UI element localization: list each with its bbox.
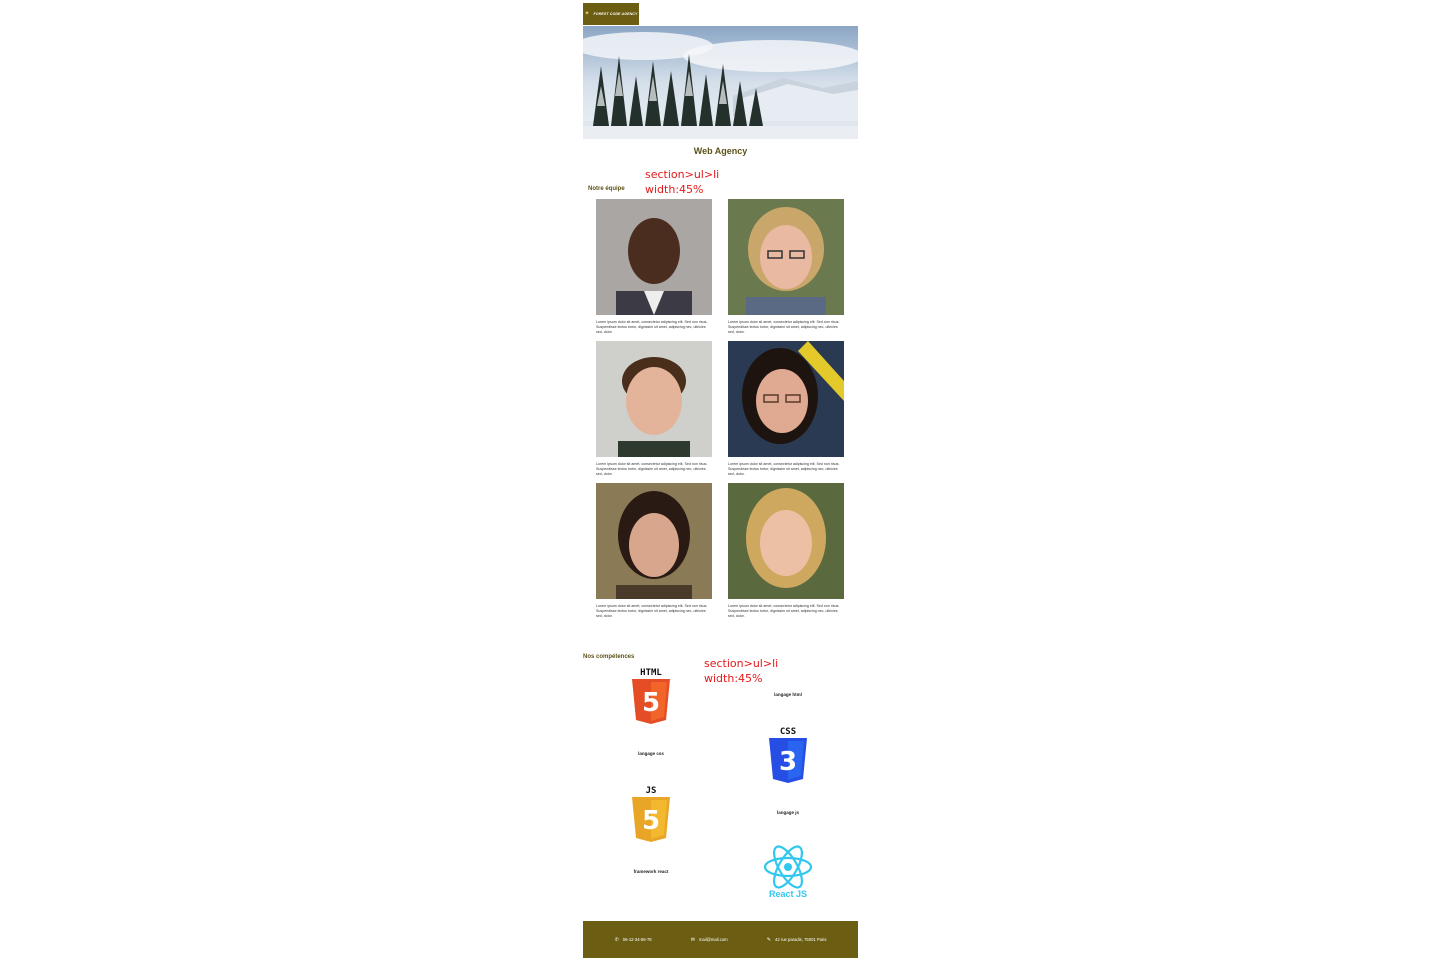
footer-email[interactable]: ✉ mail@mail.com bbox=[691, 937, 728, 943]
team-member-card: Lorem ipsum dolor sit amet, consectetur … bbox=[728, 199, 844, 335]
team-member-bio: Lorem ipsum dolor sit amet, consectetur … bbox=[728, 320, 840, 334]
pencil-icon: ✎ bbox=[766, 936, 771, 943]
skills-section-title: Nos compétences bbox=[583, 654, 635, 660]
team-member-photo bbox=[728, 483, 844, 599]
hero-banner bbox=[583, 26, 858, 139]
skill-label-react: framework react bbox=[633, 869, 669, 874]
footer-email-text: mail@mail.com bbox=[698, 937, 728, 942]
skill-label-css: langage css bbox=[638, 751, 664, 756]
annotation-line: section>ul>li bbox=[645, 168, 720, 181]
team-member-card: Lorem ipsum dolor sit amet, consectetur … bbox=[728, 341, 844, 477]
js-logo-text: JS bbox=[646, 786, 657, 796]
html5-icon: HTML 5 bbox=[630, 666, 672, 726]
footer: ✆ 06-12-34-56-78 ✉ mail@mail.com ✎ 42 ru… bbox=[583, 921, 858, 958]
page: ✦ FOREST CODE AGENCY Web Agency section>… bbox=[583, 0, 858, 960]
team-member-photo bbox=[596, 483, 712, 599]
layout-annotation: section>ul>li width:45% bbox=[704, 656, 778, 686]
site-title: Web Agency bbox=[693, 146, 748, 156]
team-member-card: Lorem ipsum dolor sit amet, consectetur … bbox=[596, 341, 712, 477]
team-section-title: Notre équipe bbox=[588, 186, 625, 192]
skill-label-js: langage js bbox=[776, 810, 799, 815]
team-member-bio: Lorem ipsum dolor sit amet, consectetur … bbox=[596, 604, 708, 618]
svg-text:5: 5 bbox=[642, 688, 660, 718]
footer-address-text: 42 rue paradis, 75001 Paris bbox=[774, 937, 827, 942]
team-member-bio: Lorem ipsum dolor sit amet, consectetur … bbox=[728, 462, 840, 476]
team-member-photo bbox=[596, 341, 712, 457]
team-member-bio: Lorem ipsum dolor sit amet, consectetur … bbox=[596, 320, 708, 334]
team-member-photo bbox=[596, 199, 712, 315]
layout-annotation: section>ul>li width:45% bbox=[645, 167, 719, 197]
css3-logo-text: CSS bbox=[780, 727, 796, 737]
skill-label-html: langage html bbox=[774, 692, 802, 697]
team-member-bio: Lorem ipsum dolor sit amet, consectetur … bbox=[728, 604, 840, 618]
logo-text: FOREST CODE AGENCY bbox=[593, 12, 638, 16]
phone-icon: ✆ bbox=[614, 936, 619, 943]
team-member-bio: Lorem ipsum dolor sit amet, consectetur … bbox=[596, 462, 708, 476]
annotation-line: width:45% bbox=[645, 183, 704, 196]
svg-text:5: 5 bbox=[642, 806, 660, 836]
annotation-line: width:45% bbox=[704, 672, 763, 685]
react-logo-text: React JS bbox=[769, 889, 807, 899]
js-icon: JS 5 bbox=[630, 784, 672, 844]
css3-icon: CSS 3 bbox=[767, 725, 809, 785]
envelope-icon: ✉ bbox=[690, 936, 695, 943]
team-member-photo bbox=[728, 341, 844, 457]
header-logo[interactable]: ✦ FOREST CODE AGENCY bbox=[583, 3, 639, 25]
react-icon: React JS bbox=[761, 843, 815, 901]
footer-phone[interactable]: ✆ 06-12-34-56-78 bbox=[615, 937, 652, 943]
svg-text:3: 3 bbox=[779, 747, 797, 777]
html5-logo-text: HTML bbox=[640, 668, 662, 678]
team-member-photo bbox=[728, 199, 844, 315]
team-member-card: Lorem ipsum dolor sit amet, consectetur … bbox=[596, 199, 712, 335]
footer-address[interactable]: ✎ 42 rue paradis, 75001 Paris bbox=[767, 937, 827, 943]
team-member-card: Lorem ipsum dolor sit amet, consectetur … bbox=[728, 483, 844, 619]
footer-phone-text: 06-12-34-56-78 bbox=[622, 937, 652, 942]
star-icon: ✦ bbox=[584, 11, 590, 17]
annotation-line: section>ul>li bbox=[704, 657, 779, 670]
team-member-card: Lorem ipsum dolor sit amet, consectetur … bbox=[596, 483, 712, 619]
